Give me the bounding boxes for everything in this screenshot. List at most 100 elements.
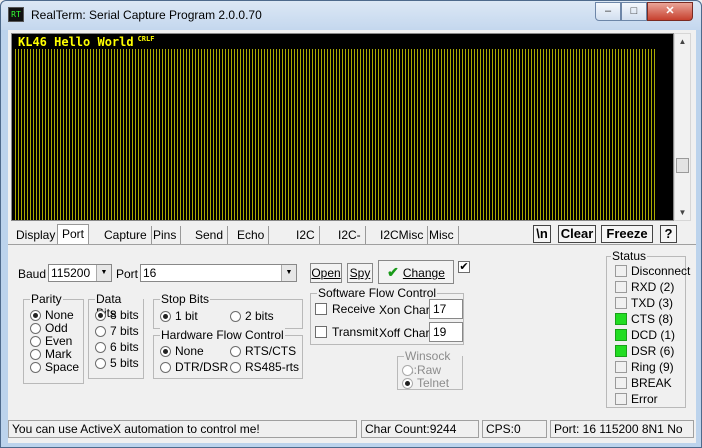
newline-button[interactable]: \n <box>533 225 551 243</box>
crlf-marker: CRLF <box>137 35 155 43</box>
parity-none-radio[interactable]: None <box>30 308 74 322</box>
baud-select[interactable]: 115200 ▼ <box>48 264 112 282</box>
parity-title: Parity <box>30 292 63 306</box>
stop-bits-2-radio[interactable]: 2 bits <box>230 309 274 323</box>
data-bits-6-radio[interactable]: 6 bits <box>95 340 139 354</box>
tab-i2cmisc[interactable]: I2CMisc <box>376 226 429 244</box>
winsock-telnet-radio[interactable]: Telnet <box>402 376 449 390</box>
tab-pins[interactable]: Pins <box>149 226 182 244</box>
window-title: RealTerm: Serial Capture Program 2.0.0.7… <box>31 8 262 22</box>
status-label-4: DCD (1) <box>631 328 675 342</box>
clear-button[interactable]: Clear <box>558 225 596 243</box>
tab-echo-port[interactable]: Echo Port <box>233 226 270 260</box>
port-value: 16 <box>143 266 157 280</box>
open-button[interactable]: Open <box>310 263 342 283</box>
close-button[interactable]: ✕ <box>647 2 693 21</box>
terminal-received-data <box>15 49 655 220</box>
tab-i2c[interactable]: I2C <box>292 226 320 244</box>
freeze-button[interactable]: Freeze <box>601 225 653 243</box>
receive-checkbox[interactable]: Receive <box>315 302 375 316</box>
client-area: KL46 Hello World CRLF ▲ ▼ Display Port Ca… <box>8 30 696 443</box>
tab-port[interactable]: Port <box>57 224 90 246</box>
status-label-3: CTS (8) <box>631 312 673 326</box>
tab-misc[interactable]: Misc <box>425 226 459 244</box>
data-bits-7-radio[interactable]: 7 bits <box>95 324 139 338</box>
status-group: Status Disconnect RXD (2) TXD (3) CTS (8) DC… <box>606 249 690 408</box>
status-label-7: BREAK <box>631 376 672 390</box>
spy-button[interactable]: Spy <box>347 263 373 283</box>
stop-bits-1-radio[interactable]: 1 bit <box>160 309 198 323</box>
status-led-1 <box>615 281 627 293</box>
software-flow-title: Software Flow Control <box>317 286 438 300</box>
parity-mark-radio[interactable]: Mark <box>30 347 72 361</box>
stop-bits-title: Stop Bits <box>160 292 211 306</box>
terminal-first-line: KL46 Hello World CRLF <box>18 35 154 49</box>
help-button[interactable]: ? <box>660 225 677 243</box>
status-led-5 <box>615 345 627 357</box>
title-bar[interactable]: RT RealTerm: Serial Capture Program 2.0.… <box>1 1 701 30</box>
hardware-flow-title: Hardware Flow Control <box>160 328 285 342</box>
status-message: You can use ActiveX automation to contro… <box>8 420 357 438</box>
parity-group: Parity None Odd Even Mark Space <box>23 292 84 384</box>
hw-flow-dtr-dsr-radio[interactable]: DTR/DSR <box>160 360 228 374</box>
hardware-flow-group: Hardware Flow Control None RTS/CTS DTR/D… <box>153 328 303 379</box>
winsock-group: Winsock is: Raw Telnet <box>397 349 463 390</box>
hw-flow-rs485-rts-radio[interactable]: RS485-rts <box>230 360 299 374</box>
transmit-checkbox[interactable]: Transmit <box>315 325 378 339</box>
terminal-vertical-scrollbar[interactable]: ▲ ▼ <box>674 33 691 221</box>
parity-space-radio[interactable]: Space <box>30 360 79 374</box>
terminal-display[interactable]: KL46 Hello World CRLF <box>11 33 674 221</box>
minimize-button[interactable]: – <box>595 2 621 21</box>
xoff-char-label: Xoff Char: <box>379 326 433 340</box>
scroll-up-arrow-icon[interactable]: ▲ <box>675 34 690 49</box>
realterm-window: RT RealTerm: Serial Capture Program 2.0.… <box>0 0 702 448</box>
data-bits-5-radio[interactable]: 5 bits <box>95 356 139 370</box>
status-title: Status <box>611 249 648 263</box>
status-label-5: DSR (6) <box>631 344 675 358</box>
status-led-8 <box>615 393 627 405</box>
xon-char-label: Xon Char: <box>379 303 434 317</box>
data-bits-8-radio[interactable]: 8 bits <box>95 308 139 322</box>
baud-value: 115200 <box>51 266 91 280</box>
cps-readout: CPS:0 <box>482 420 547 438</box>
xon-char-input[interactable]: 17 <box>429 299 463 319</box>
data-bits-group: Data Bits 8 bits 7 bits 6 bits 5 bits <box>88 292 144 379</box>
status-label-6: Ring (9) <box>631 360 674 374</box>
change-button-label: Change <box>402 266 445 280</box>
winsock-raw-radio[interactable]: Raw <box>402 363 441 377</box>
scroll-down-arrow-icon[interactable]: ▼ <box>675 205 690 220</box>
status-led-0 <box>615 265 627 277</box>
hw-flow-none-radio[interactable]: None <box>160 344 204 358</box>
status-label-0: Disconnect <box>631 264 691 278</box>
change-button[interactable]: ✔ Change <box>378 260 454 284</box>
status-led-7 <box>615 377 627 389</box>
xoff-char-input[interactable]: 19 <box>429 322 463 342</box>
port-label: Port <box>116 267 139 281</box>
spy-button-label: Spy <box>349 266 371 280</box>
tab-capture[interactable]: Capture <box>100 226 152 244</box>
scrollbar-thumb[interactable] <box>676 158 689 173</box>
status-label-2: TXD (3) <box>631 296 673 310</box>
software-flow-group: Software Flow Control Receive Transmit X… <box>310 286 464 345</box>
status-bar: You can use ActiveX automation to contro… <box>8 418 696 440</box>
status-label-1: RXD (2) <box>631 280 675 294</box>
change-checkbox-box[interactable]: ✔ <box>458 261 470 273</box>
realterm-app-icon: RT <box>8 7 24 22</box>
maximize-button[interactable]: □ <box>621 2 647 21</box>
open-button-label: Open <box>311 266 341 280</box>
parity-odd-radio[interactable]: Odd <box>30 321 68 335</box>
status-led-3 <box>615 313 627 325</box>
hw-flow-rts-cts-radio[interactable]: RTS/CTS <box>230 344 296 358</box>
port-dropdown-arrow-icon[interactable]: ▼ <box>281 265 296 281</box>
port-info: Port: 16 115200 8N1 No <box>550 420 694 438</box>
tab-send[interactable]: Send <box>191 226 229 244</box>
stop-bits-group: Stop Bits 1 bit 2 bits <box>153 292 303 329</box>
parity-even-radio[interactable]: Even <box>30 334 72 348</box>
port-tab-panel: Baud 115200 ▼ Port 16 ▼ Open Spy ✔ Change… <box>8 244 696 413</box>
baud-label: Baud <box>18 267 47 281</box>
change-checkbox[interactable]: ✔ <box>458 261 475 273</box>
tab-display[interactable]: Display <box>12 226 61 244</box>
tab-i2c-2[interactable]: I2C-2 <box>334 226 366 260</box>
port-select[interactable]: 16 ▼ <box>140 264 297 282</box>
baud-dropdown-arrow-icon[interactable]: ▼ <box>96 265 111 281</box>
